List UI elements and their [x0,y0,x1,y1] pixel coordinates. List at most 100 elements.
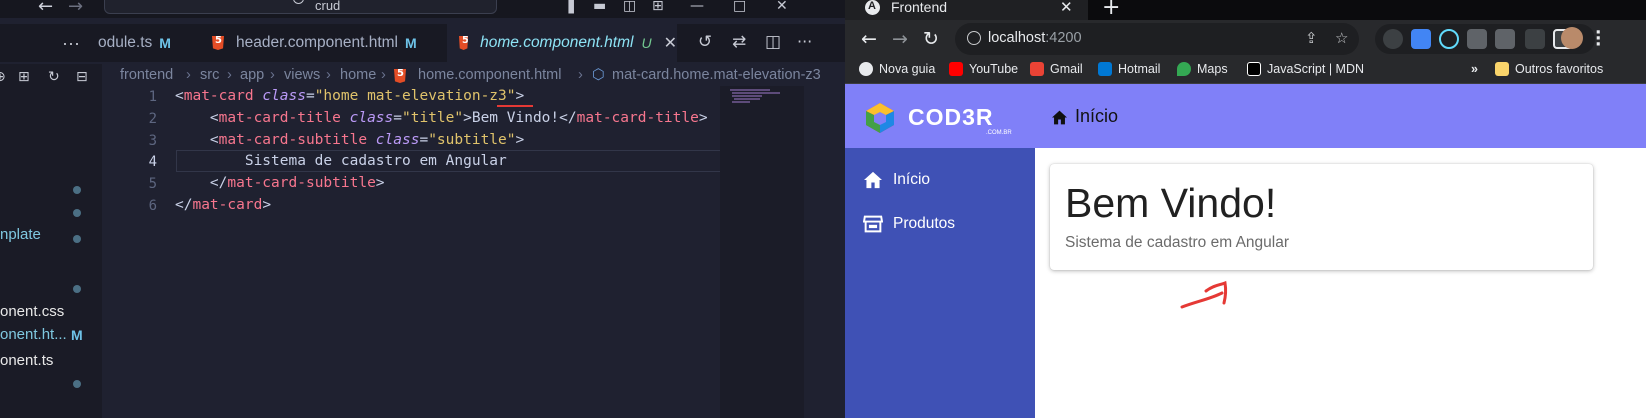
file-item[interactable]: onent.ht... [0,326,67,343]
chrome-tab-strip: Frontend ✕ + [845,0,1646,20]
angular-favicon-icon [865,0,880,15]
side-nav: Início Produtos [845,148,1035,418]
chevron-right-icon: › [326,67,331,83]
more-bookmarks-icon[interactable]: » [1471,62,1478,76]
customize-layout-icon[interactable]: ⊞ [652,0,668,14]
file-item[interactable]: onent.css [0,303,64,320]
more-actions-icon[interactable]: ··· [797,32,812,51]
layout-panel-icon[interactable]: ▬ [593,0,609,14]
layout-split-icon[interactable]: ◫ [623,0,639,14]
forward-arrow-icon[interactable]: → [892,28,908,50]
bookmark-item[interactable]: Hotmail [1098,62,1160,76]
breadcrumb-item[interactable]: views [284,67,320,83]
other-bookmarks-folder[interactable]: Outros favoritos [1495,62,1603,76]
breadcrumb-item[interactable]: mat-card.home.mat-elevation-z3 [612,67,821,83]
editor-scrollbar[interactable] [804,86,845,418]
code-editor[interactable]: 1 2 3 4 5 6 <mat-card class="home mat-el… [102,86,721,418]
status-dot [73,186,81,194]
card-title: Bem Vindo! [1065,180,1277,226]
chrome-window: Frontend ✕ + ← → ↻ localhost:4200 ⇪ ☆ ··… [845,0,1646,418]
code-line-3: <mat-card-subtitle class="subtitle"> [209,132,525,148]
minimap-line [732,95,762,97]
translate-icon[interactable] [1411,29,1431,49]
tab-header-component-html[interactable]: header.component.html M [212,24,417,62]
media-control-icon[interactable] [1525,29,1545,49]
address-bar[interactable]: localhost:4200 ⇪ ☆ [955,23,1359,55]
chrome-menu-icon[interactable]: · · · [1595,25,1601,54]
editor-tabs: ··· odule.ts M header.component.html M h… [0,24,845,62]
back-arrow-icon[interactable]: ← [38,0,53,17]
extension-icon[interactable] [1467,29,1487,49]
new-tab-icon[interactable]: + [1102,0,1120,20]
nav-item-inicio[interactable]: Início [845,158,1035,202]
minimap-line [734,98,760,100]
nav-item-produtos[interactable]: Produtos [845,202,1035,246]
minimap[interactable] [720,86,804,418]
home-icon [864,171,882,189]
breadcrumb-item[interactable]: home [340,67,376,83]
chevron-right-icon: › [186,67,191,83]
file-item[interactable]: nplate [0,226,41,243]
forward-arrow-icon[interactable]: → [68,0,83,17]
code-line-4: Sistema de cadastro em Angular [244,153,507,169]
reload-icon[interactable]: ↻ [923,28,939,50]
bookmark-star-icon[interactable]: ☆ [1335,29,1348,47]
bookmark-item[interactable]: YouTube [949,62,1018,76]
site-info-icon[interactable] [967,31,981,45]
minimize-icon[interactable]: — [690,0,706,14]
vscode-titlebar: ← → crud ▐ ▬ ◫ ⊞ — □ ✕ [0,0,845,18]
tab-label: header.component.html [236,34,398,51]
split-editor-icon[interactable]: ◫ [765,32,781,52]
modified-badge: M [159,35,171,51]
chevron-right-icon: › [381,67,386,83]
back-arrow-icon[interactable]: ← [861,28,877,50]
line-number: 1 [148,89,157,105]
chevron-right-icon: › [270,67,275,83]
layout-sidebar-icon[interactable]: ▐ [563,0,579,14]
code-line-2: <mat-card-title class="title">Bem Vindo!… [209,110,708,126]
maximize-icon[interactable]: □ [733,0,749,14]
home-card: Bem Vindo! Sistema de cadastro em Angula… [1050,164,1593,270]
bookmark-item[interactable]: Gmail [1030,62,1083,76]
code-line-6: </mat-card> [175,197,272,213]
minimap-line [730,89,770,91]
html5-file-icon [459,36,469,50]
cod3r-logo: COD3R .COM.BR [864,103,1030,136]
modified-badge: M [71,327,83,343]
youtube-icon [949,62,963,76]
close-tab-icon[interactable]: ✕ [1060,0,1073,16]
symbol-icon: ⬡ [592,67,605,83]
outlook-icon [1098,62,1112,76]
more-tabs-icon[interactable]: ··· [62,24,80,62]
source-control-icon[interactable]: ⇄ [732,32,746,52]
react-devtools-icon[interactable] [1439,29,1459,49]
code-line-5: </mat-card-subtitle> [209,175,385,191]
command-center-search[interactable]: crud [104,0,497,14]
status-dot [73,285,81,293]
close-tab-icon[interactable]: ✕ [664,33,677,53]
breadcrumb-item[interactable]: app [240,67,264,83]
bookmark-item[interactable]: Maps [1177,62,1228,76]
breadcrumb-item[interactable]: home.component.html [418,67,561,83]
puzzle-icon[interactable] [1495,29,1515,49]
line-number: 5 [148,176,157,192]
breadcrumb-item[interactable]: src [200,67,219,83]
close-window-icon[interactable]: ✕ [776,0,792,14]
tab-module-ts[interactable]: odule.ts M [98,24,171,62]
file-item[interactable]: onent.ts [0,352,53,369]
share-icon[interactable]: ⇪ [1305,29,1318,47]
profile-avatar[interactable] [1561,27,1583,49]
breadcrumb: frontend › src › app › views › home › ho… [0,64,845,86]
home-icon [1052,110,1067,125]
minimap-line [732,101,750,103]
breadcrumb-item[interactable]: frontend [120,67,173,83]
bookmark-item[interactable]: JavaScript | MDN [1247,62,1364,76]
gmail-icon [1030,62,1044,76]
timeline-icon[interactable]: ↺ [698,32,712,52]
logo-subtext: .COM.BR [986,130,1012,136]
bookmark-item[interactable]: Nova guia [859,62,935,76]
bookmarks-bar: Nova guia YouTube Gmail Hotmail Maps Jav… [845,60,1646,84]
extension-gear-icon[interactable] [1383,29,1403,49]
tab-home-component-html[interactable]: home.component.html U ✕ [447,24,677,62]
browser-tab[interactable]: Frontend ✕ [845,0,1088,20]
